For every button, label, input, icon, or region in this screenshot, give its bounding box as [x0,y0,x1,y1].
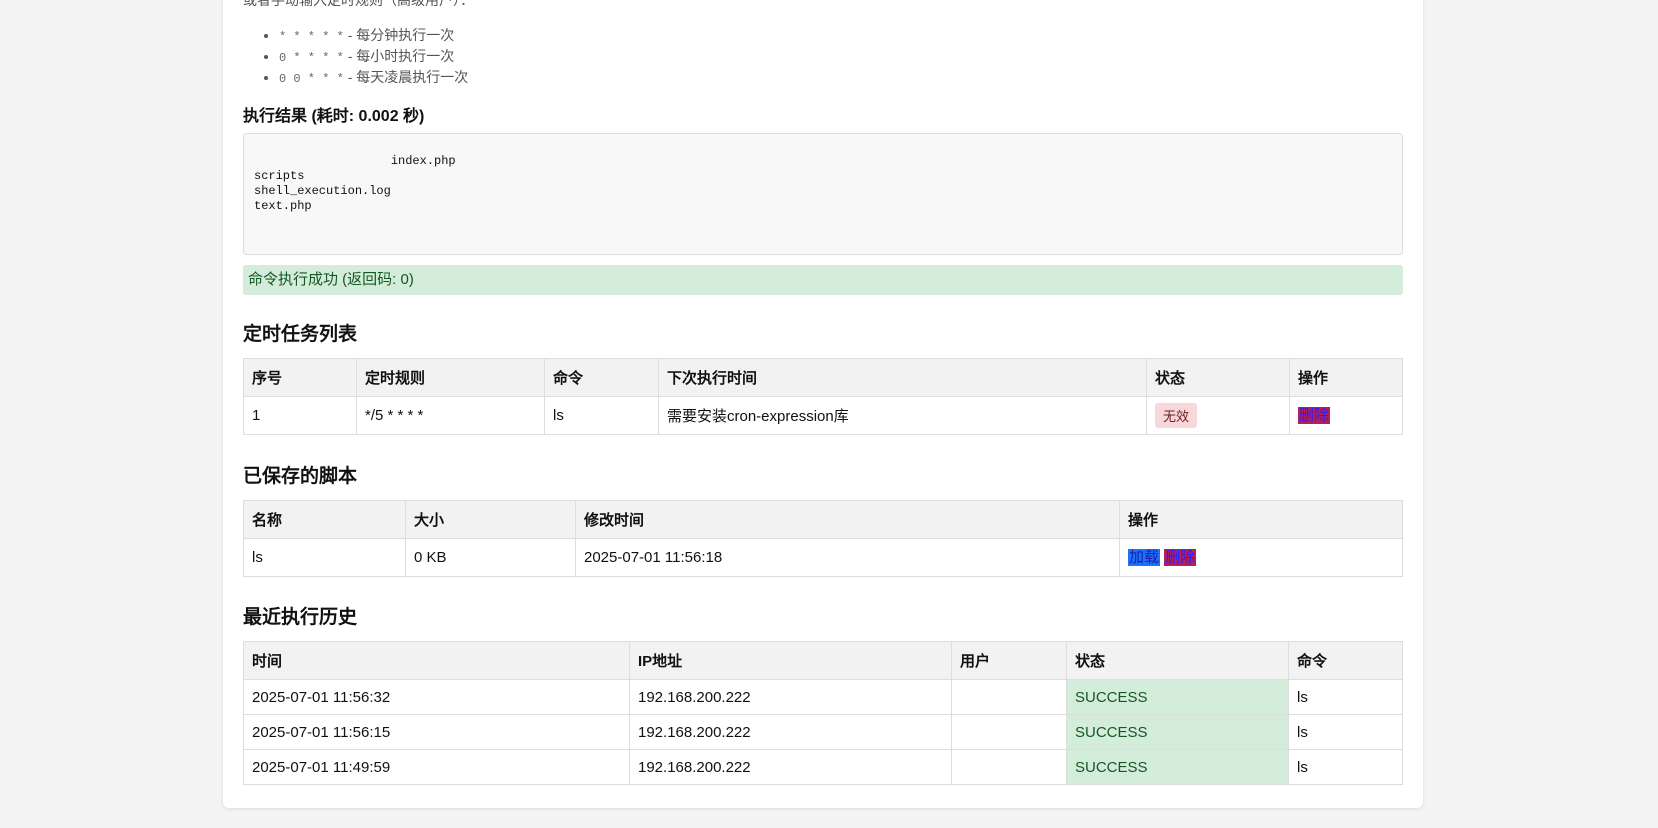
table-header-row: 名称 大小 修改时间 操作 [243,500,1403,539]
column-header: IP地址 [629,641,952,680]
scripts-table: 名称 大小 修改时间 操作 ls 0 KB 2025-07-01 11:56:1… [243,500,1403,577]
delete-script-button[interactable]: 删除 [1164,549,1197,566]
task-action-cell: 删除 [1289,396,1403,435]
table-row: 2025-07-01 11:56:32 192.168.200.222 SUCC… [243,679,1403,715]
history-user [951,679,1067,715]
history-ip: 192.168.200.222 [629,679,952,715]
cron-expression: 0 * * * * [279,51,344,65]
column-header: 名称 [243,500,406,539]
cron-expression: 0 0 * * * [279,72,344,86]
cron-expression: * * * * * [279,30,344,44]
load-script-button[interactable]: 加载 [1128,549,1161,566]
status-badge: 无效 [1155,403,1198,428]
command-output[interactable]: index.php scripts shell_execution.log te… [243,133,1403,255]
history-status: SUCCESS [1066,679,1289,715]
table-row: 2025-07-01 11:56:15 192.168.200.222 SUCC… [243,714,1403,750]
history-command: ls [1288,679,1403,715]
scripts-title: 已保存的脚本 [243,466,358,487]
cron-description: - 每天凌晨执行一次 [343,69,469,85]
script-actions-cell: 加载 删除 [1119,538,1403,577]
task-next-run: 需要安装cron-expression库 [658,396,1147,435]
history-time: 2025-07-01 11:49:59 [243,749,630,785]
script-size: 0 KB [405,538,576,577]
history-table: 时间 IP地址 用户 状态 命令 2025-07-01 11:56:32 192… [243,641,1403,785]
table-row: 2025-07-01 11:49:59 192.168.200.222 SUCC… [243,749,1403,785]
column-header: 命令 [1288,641,1403,680]
column-header: 命令 [544,358,659,397]
task-rule: */5 * * * * [356,396,545,435]
history-time: 2025-07-01 11:56:32 [243,679,630,715]
column-header: 用户 [951,641,1067,680]
cron-description: - 每分钟执行一次 [343,27,455,43]
table-header-row: 时间 IP地址 用户 状态 命令 [243,641,1403,680]
history-command: ls [1288,714,1403,750]
column-header: 操作 [1119,500,1403,539]
cron-intro-text: 或者手动输入定时规则（高级用户）： [243,0,474,8]
script-name: ls [243,538,406,577]
table-row: 1 */5 * * * * ls 需要安装cron-expression库 无效… [243,396,1403,435]
table-header-row: 序号 定时规则 命令 下次执行时间 状态 操作 [243,358,1403,397]
cron-description: - 每小时执行一次 [343,48,455,64]
task-command: ls [544,396,659,435]
column-header: 修改时间 [575,500,1120,539]
column-header: 序号 [243,358,357,397]
history-ip: 192.168.200.222 [629,749,952,785]
task-index: 1 [243,396,357,435]
cron-rules-list: * * * * * - 每分钟执行一次 0 * * * * - 每小时执行一次 … [243,26,468,89]
task-status-cell: 无效 [1146,396,1290,435]
list-item: 0 0 * * * - 每天凌晨执行一次 [279,68,468,89]
list-item: 0 * * * * - 每小时执行一次 [279,47,468,68]
history-status: SUCCESS [1066,714,1289,750]
column-header: 大小 [405,500,576,539]
column-header: 定时规则 [356,358,545,397]
history-user [951,714,1067,750]
history-title: 最近执行历史 [243,607,358,628]
script-modified: 2025-07-01 11:56:18 [575,538,1120,577]
tasks-title: 定时任务列表 [243,324,358,345]
column-header: 操作 [1289,358,1403,397]
column-header: 时间 [243,641,630,680]
delete-task-button[interactable]: 删除 [1298,407,1331,424]
list-item: * * * * * - 每分钟执行一次 [279,26,468,47]
table-row: ls 0 KB 2025-07-01 11:56:18 加载 删除 [243,538,1403,577]
history-user [951,749,1067,785]
tasks-table: 序号 定时规则 命令 下次执行时间 状态 操作 1 */5 * * * * ls… [243,358,1403,435]
history-status: SUCCESS [1066,749,1289,785]
history-ip: 192.168.200.222 [629,714,952,750]
history-time: 2025-07-01 11:56:15 [243,714,630,750]
result-title: 执行结果 (耗时: 0.002 秒) [243,108,425,125]
history-command: ls [1288,749,1403,785]
column-header: 下次执行时间 [658,358,1147,397]
main-container: 或者手动输入定时规则（高级用户）： * * * * * - 每分钟执行一次 0 … [223,0,1423,808]
success-message: 命令执行成功 (返回码: 0) [243,265,1403,295]
column-header: 状态 [1146,358,1290,397]
column-header: 状态 [1066,641,1289,680]
